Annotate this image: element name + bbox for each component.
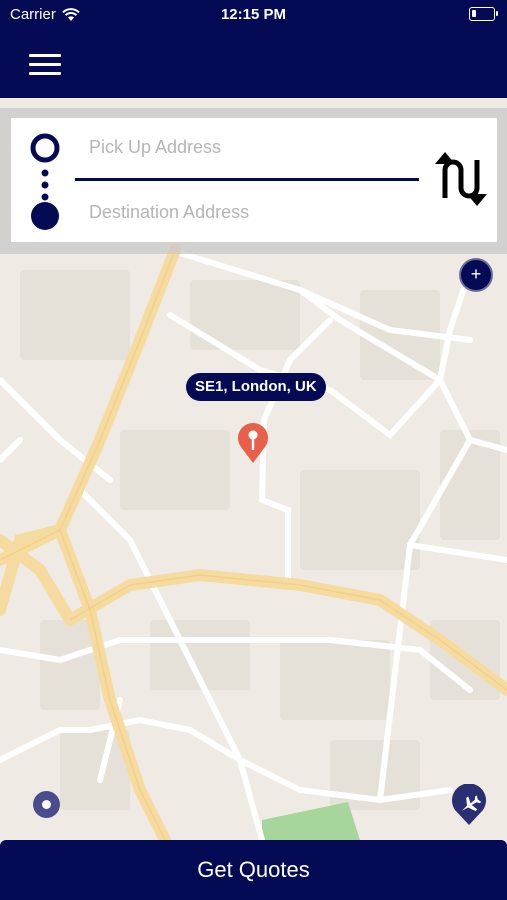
airport-button[interactable] [448, 783, 490, 826]
pickup-address-input[interactable] [89, 130, 409, 164]
route-indicator-icon [30, 133, 60, 230]
destination-address-input[interactable] [89, 195, 409, 229]
location-label: SE1, London, UK [186, 373, 326, 401]
nav-bar [0, 30, 507, 98]
map-pin-icon[interactable] [233, 421, 273, 465]
menu-button[interactable] [26, 50, 64, 80]
battery-level [472, 10, 476, 17]
zoom-in-button[interactable]: + [459, 258, 493, 292]
swap-arrows-icon [435, 152, 487, 206]
hamburger-icon [29, 54, 61, 75]
swap-addresses-button[interactable] [429, 148, 493, 210]
address-panel [0, 108, 507, 254]
address-divider [75, 178, 419, 181]
status-bar: Carrier 12:15 PM [0, 0, 507, 30]
my-location-button[interactable] [33, 791, 60, 818]
airplane-icon [452, 783, 486, 825]
get-quotes-button[interactable]: Get Quotes [0, 840, 507, 900]
status-time: 12:15 PM [220, 6, 287, 23]
address-card [11, 118, 497, 242]
battery-icon [469, 7, 498, 21]
